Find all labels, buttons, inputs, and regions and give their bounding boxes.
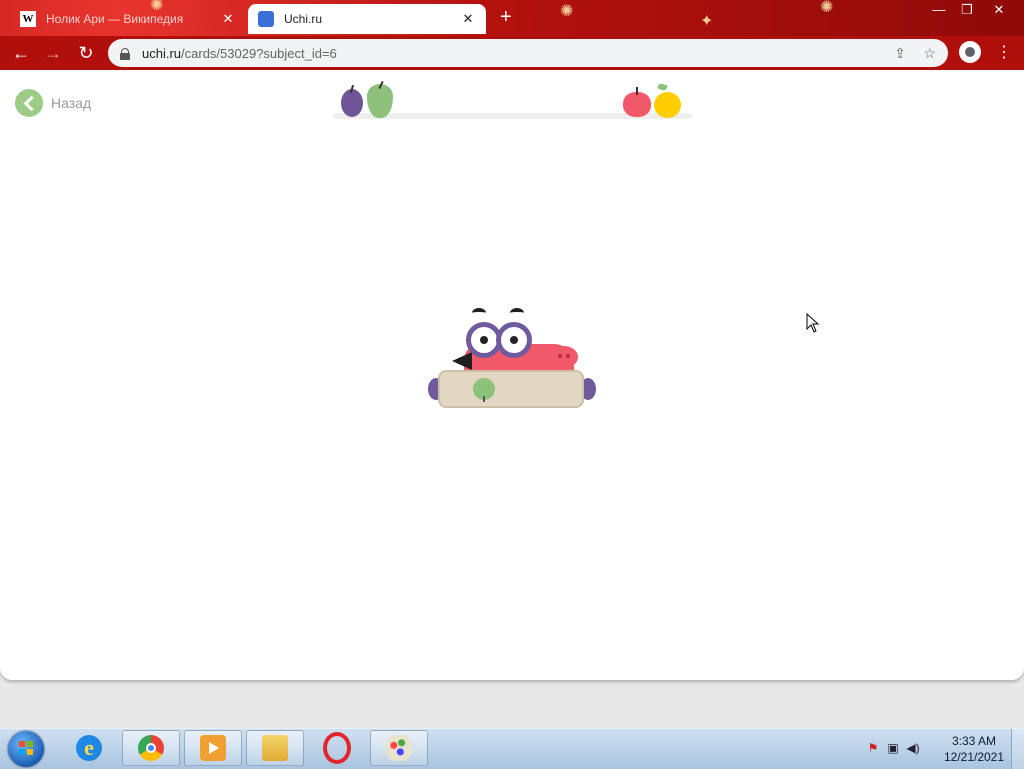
- reload-icon[interactable]: ↻: [75, 42, 97, 64]
- volume-icon[interactable]: ◀): [906, 741, 920, 755]
- lemon-icon: [654, 92, 681, 118]
- folder-icon: [262, 735, 288, 761]
- minimize-button[interactable]: —: [924, 0, 954, 20]
- sparkle-decoration: ✺: [560, 3, 574, 20]
- taskbar-app-chrome[interactable]: [122, 730, 180, 766]
- lemon-leaf: [657, 82, 668, 92]
- system-tray: ⚑ ▣ ◀): [866, 741, 920, 755]
- sparkle-decoration: ✺: [820, 0, 834, 16]
- taskbar-app-paint[interactable]: [370, 730, 428, 766]
- network-icon[interactable]: ▣: [886, 741, 900, 755]
- back-label[interactable]: Назад: [51, 95, 91, 111]
- plum-icon: [341, 89, 363, 117]
- sparkle-decoration: ✦: [700, 13, 714, 30]
- maximize-button[interactable]: ❐: [952, 0, 982, 20]
- kebab-menu-icon[interactable]: ⋮: [996, 42, 1012, 62]
- tab-title: Uchi.ru: [284, 12, 323, 26]
- close-window-button[interactable]: ✕: [982, 0, 1016, 20]
- opera-icon: [323, 732, 351, 764]
- paint-palette-icon: [386, 735, 412, 761]
- clock-time: 3:33 AM: [951, 734, 997, 748]
- page-content: Назад: [0, 70, 1024, 680]
- tab-uchi[interactable]: Uchi.ru ✕: [248, 4, 486, 34]
- share-icon[interactable]: ⇪: [894, 45, 906, 62]
- mascot-snout: [550, 346, 578, 368]
- mascot-character: [428, 306, 598, 416]
- back-arrow-icon[interactable]: ←: [10, 42, 32, 64]
- show-desktop-button[interactable]: [1011, 729, 1024, 769]
- tab-title: Нолик Ари — Википедия: [46, 12, 184, 26]
- taskbar-app-opera[interactable]: [308, 730, 366, 766]
- profile-avatar-icon[interactable]: [959, 41, 981, 63]
- media-player-icon: [200, 735, 226, 761]
- action-center-flag-icon[interactable]: ⚑: [866, 741, 880, 755]
- mascot-brow: [472, 308, 486, 318]
- mascot-eye: [496, 322, 532, 358]
- new-tab-button[interactable]: +: [500, 6, 512, 29]
- chevron-left-icon[interactable]: [15, 89, 43, 117]
- address-bar[interactable]: uchi.ru/cards/53029?subject_id=6 ⇪ ☆: [108, 39, 948, 67]
- start-button[interactable]: [8, 731, 44, 767]
- chrome-icon: [138, 735, 164, 761]
- browser-toolbar: ← → ↻ uchi.ru/cards/53029?subject_id=6 ⇪…: [0, 36, 1024, 70]
- taskbar-app-explorer[interactable]: [246, 730, 304, 766]
- green-apple-icon: [473, 378, 495, 402]
- taskbar-app-internet-explorer[interactable]: e: [60, 730, 118, 766]
- mascot-brow: [510, 308, 524, 318]
- lock-icon[interactable]: [120, 47, 130, 60]
- clock-date: 12/21/2021: [943, 750, 1005, 764]
- tab-wikipedia[interactable]: W Нолик Ари — Википедия ✕: [10, 4, 246, 34]
- uchi-favicon-icon: [258, 11, 274, 27]
- windows-taskbar: e ⚑ ▣ ◀) 3:33 AM 12/21/2021: [0, 728, 1024, 769]
- wikipedia-icon: W: [20, 11, 36, 27]
- apple-icon: [623, 92, 651, 117]
- taskbar-app-media-player[interactable]: [184, 730, 242, 766]
- forward-arrow-icon[interactable]: →: [42, 42, 64, 64]
- close-icon[interactable]: ✕: [460, 11, 476, 27]
- fruit-card[interactable]: [438, 370, 584, 408]
- mascot-beak: [452, 352, 472, 370]
- bookmark-star-icon[interactable]: ☆: [923, 45, 936, 62]
- internet-explorer-icon: e: [76, 735, 102, 761]
- browser-tab-strip: ✺ ✦ ✺ ✦ ✺ W Нолик Ари — Википедия ✕ Uchi…: [0, 0, 1024, 36]
- back-link[interactable]: Назад: [15, 89, 91, 117]
- close-icon[interactable]: ✕: [220, 11, 236, 27]
- clock[interactable]: 3:33 AM 12/21/2021: [938, 733, 1010, 765]
- apple-stem: [636, 87, 638, 95]
- url-text[interactable]: uchi.ru/cards/53029?subject_id=6: [142, 46, 337, 61]
